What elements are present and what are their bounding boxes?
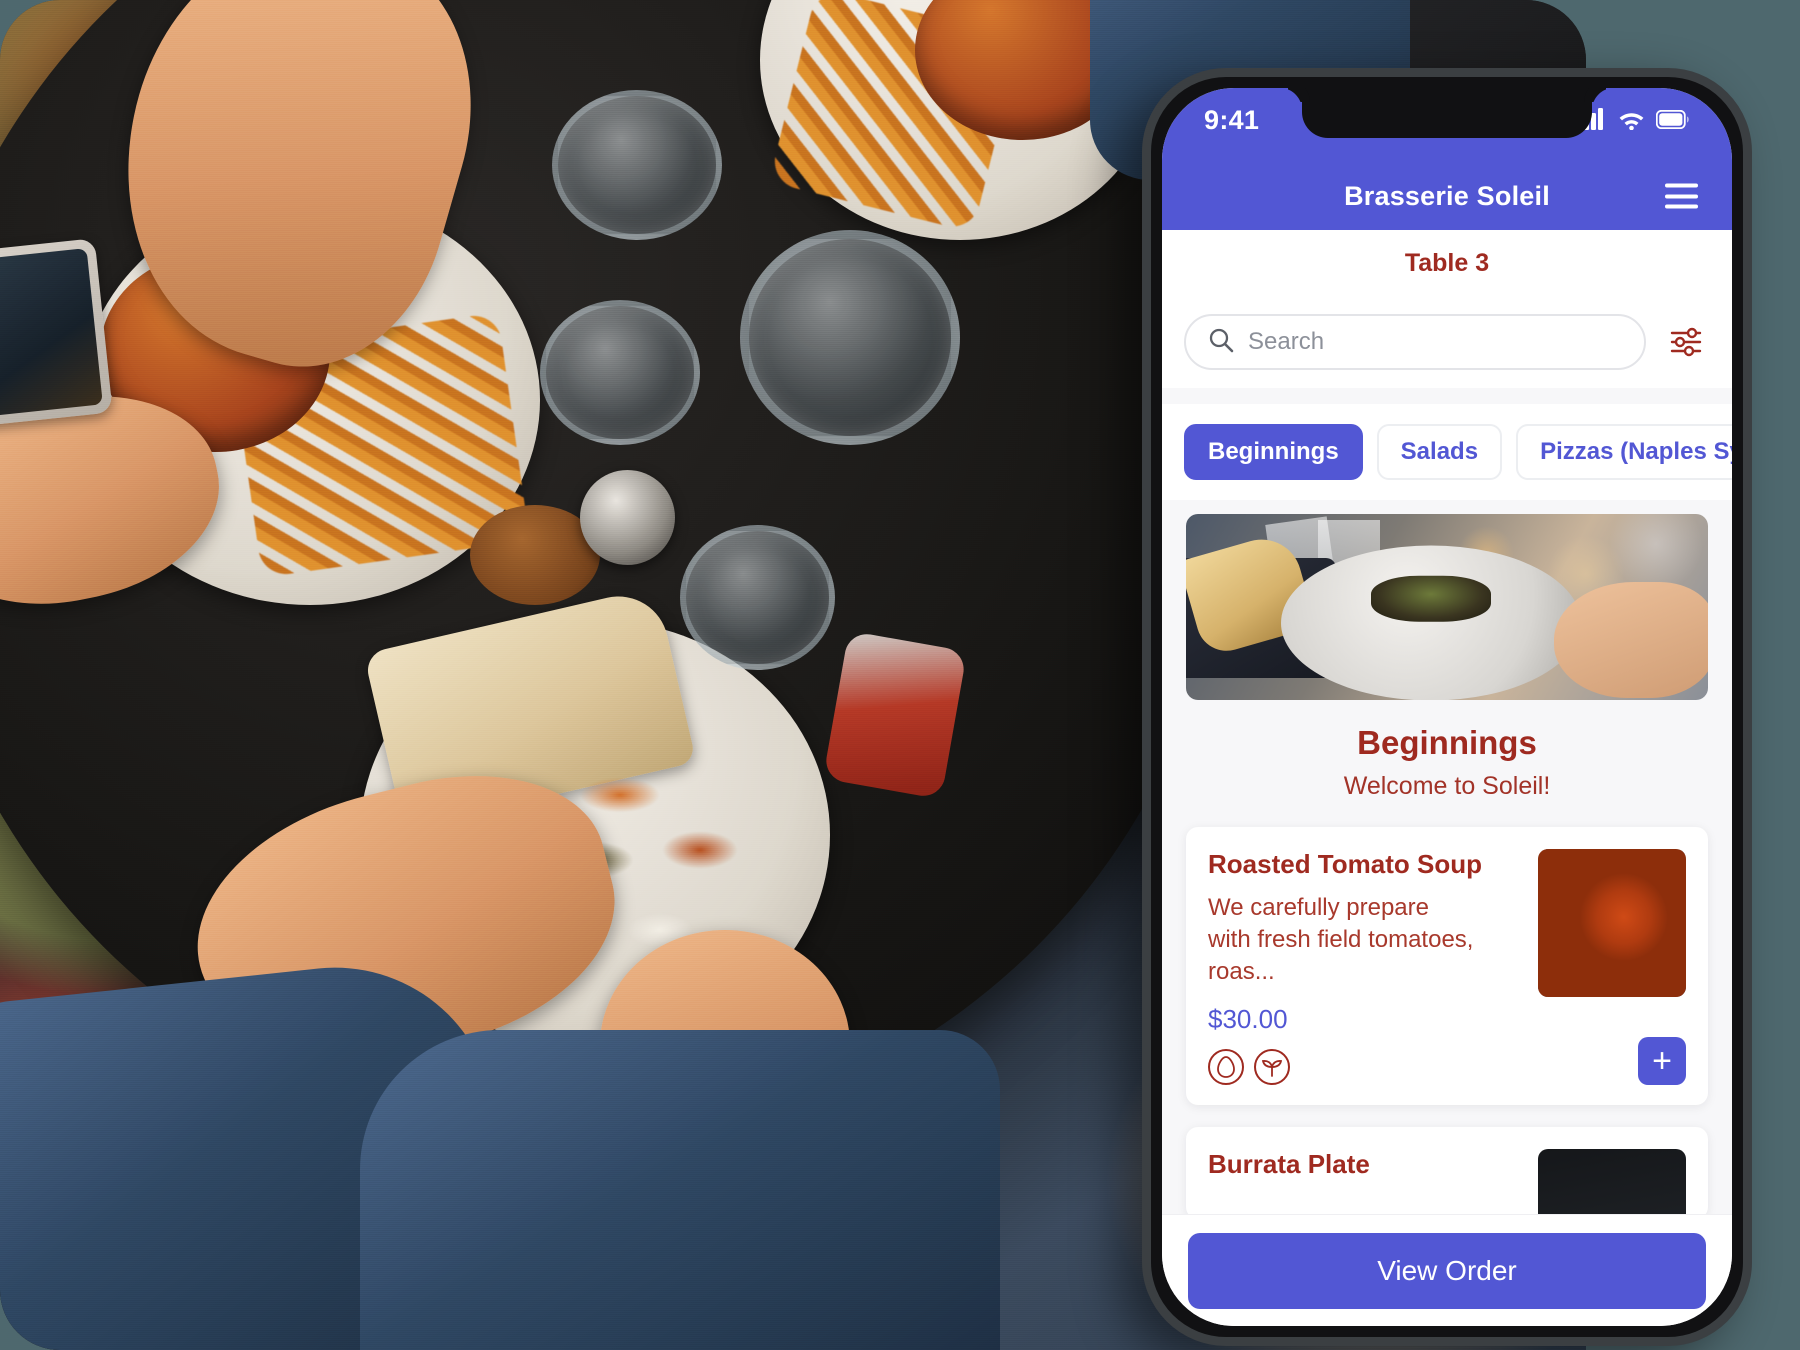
battery-icon [1655,109,1690,134]
search-icon [1208,327,1234,358]
app-title: Brasserie Soleil [1344,180,1550,211]
menu-item-badges [1208,1048,1522,1085]
menu-item-name: Roasted Tomato Soup [1208,849,1482,879]
wifi-icon [1618,109,1645,135]
hamburger-menu-icon[interactable] [1665,183,1698,209]
section-subtitle: Welcome to Soleil! [1343,772,1551,800]
phone-screen: 9:41 Brasserie Soleil Table 3 Search Beg… [1162,88,1732,1326]
device-notch [1302,88,1592,138]
table-strip: Table 3 [1162,230,1732,296]
app-bar: Brasserie Soleil [1162,162,1732,230]
hero-plate [1281,545,1582,700]
phone-device-mockup: 9:41 Brasserie Soleil Table 3 Search Beg… [1142,68,1752,1346]
status-bar: 9:41 [1162,88,1732,162]
screenshot-stage: 9:41 Brasserie Soleil Table 3 Search Beg… [0,0,1800,1350]
section-divider [1162,388,1732,404]
menu-item-card[interactable]: Roasted Tomato Soup We carefully prepare… [1186,827,1708,1105]
tab-beginnings[interactable]: Beginnings [1184,424,1363,480]
section-title: Beginnings [1357,724,1537,761]
section-hero-image [1186,514,1708,700]
hero-server-hand [1554,582,1708,698]
search-input[interactable] [1248,328,1622,356]
sliders-filter-icon[interactable] [1664,320,1708,364]
menu-item-description: We carefully prepare with fresh field to… [1208,894,1474,985]
category-tabs: Beginnings Salads Pizzas (Naples Syle) [1162,404,1732,500]
menu-item-thumbnail [1538,849,1686,997]
view-order-button[interactable]: View Order [1188,1232,1706,1309]
menu-item-price: $30.00 [1208,1003,1288,1034]
menu-item-details: Roasted Tomato Soup We carefully prepare… [1208,849,1538,1085]
add-item-button[interactable]: + [1638,1036,1686,1085]
menu-content[interactable]: Beginnings Welcome to Soleil! Roasted To… [1162,500,1732,1214]
status-time: 9:41 [1204,105,1260,135]
egg-allergen-icon [1208,1048,1244,1085]
table-label: Table 3 [1404,248,1490,277]
menu-item-thumbnail [1538,1148,1686,1214]
status-icons [1577,108,1690,135]
tab-salads[interactable]: Salads [1376,424,1503,480]
search-box[interactable] [1184,314,1646,370]
menu-item-name: Burrata Plate [1208,1148,1370,1179]
vegan-leaf-icon [1254,1048,1290,1085]
bottom-action-bar: View Order [1162,1214,1732,1326]
menu-item-details: Burrata Plate [1208,1149,1538,1214]
search-row [1162,296,1732,388]
menu-item-card[interactable]: Burrata Plate [1186,1126,1708,1214]
tab-pizzas[interactable]: Pizzas (Naples Syle) [1516,424,1732,480]
hero-plated-food [1371,576,1492,623]
